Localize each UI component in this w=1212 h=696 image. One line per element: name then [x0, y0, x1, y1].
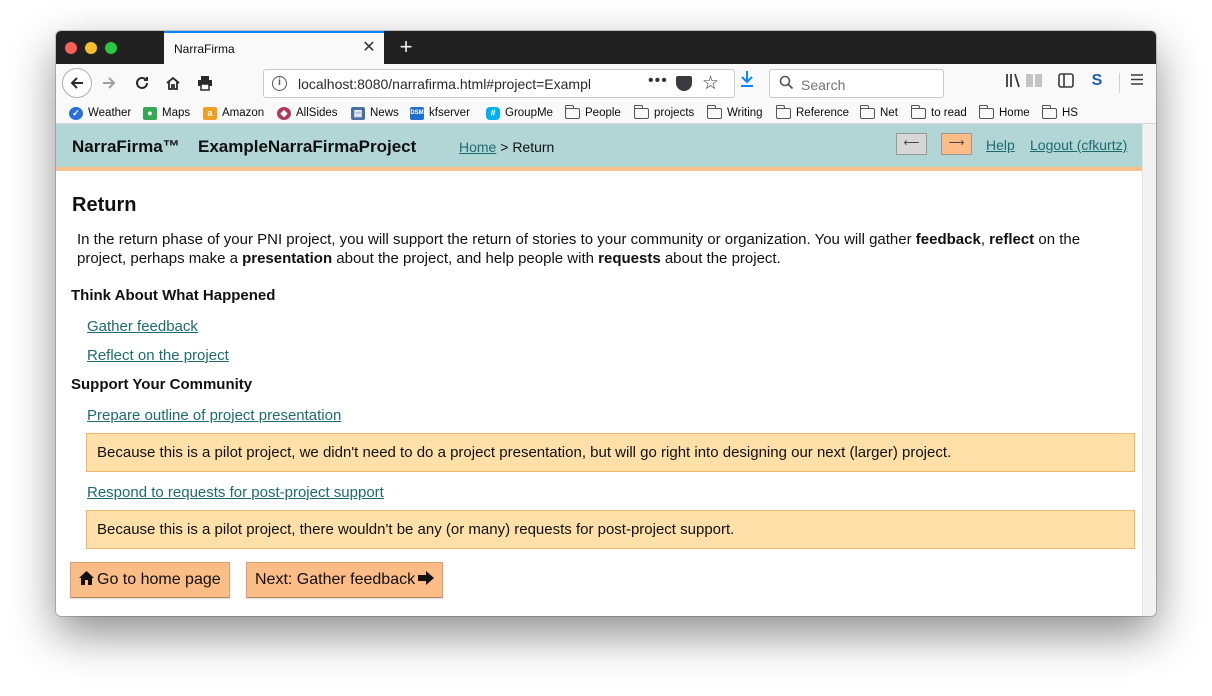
reader-view-icon[interactable] [1023, 73, 1045, 92]
home-button[interactable] [160, 70, 186, 96]
section-heading-support: Support Your Community [71, 376, 253, 393]
bookmark-news[interactable]: ▤ News [351, 105, 399, 121]
page-title: Return [72, 194, 137, 216]
s-extension-icon[interactable]: S [1086, 72, 1108, 90]
presentation-note: Because this is a pilot project, we didn… [86, 433, 1135, 472]
nav-toolbar: i localhost:8080/narrafirma.html#project… [56, 64, 1156, 102]
home-icon [166, 76, 180, 90]
page-actions-icon[interactable]: ••• [648, 72, 668, 90]
section-heading-think: Think About What Happened [71, 287, 276, 304]
folder-icon [860, 104, 875, 119]
bookmark-groupme[interactable]: # GroupMe [486, 105, 553, 121]
pocket-icon[interactable] [676, 76, 692, 91]
library-icon[interactable] [1003, 73, 1025, 92]
search-icon [779, 75, 794, 94]
left-arrow-icon: ⟵ [903, 137, 920, 149]
right-arrow-icon: ⟶ [948, 137, 965, 149]
bookmark-people[interactable]: People [565, 104, 621, 121]
bookmark-projects[interactable]: projects [634, 104, 694, 121]
bookmark-allsides[interactable]: ◆ AllSides [277, 105, 338, 121]
bookmark-to-read[interactable]: to read [911, 104, 967, 121]
close-window-button[interactable] [65, 42, 77, 54]
scrollbar-track[interactable] [1142, 124, 1156, 616]
bookmarks-bar: ✓ Weather ● Maps a Amazon ◆ AllSides ▤ News D… [56, 102, 1156, 124]
browser-window: NarraFirma ✕ + i localhost:8080/narrafir… [56, 31, 1156, 616]
minimize-window-button[interactable] [85, 42, 97, 54]
toolbar-separator [1119, 73, 1120, 93]
bookmark-reference[interactable]: Reference [776, 104, 849, 121]
search-input[interactable]: Search [801, 77, 845, 93]
tab-narrafirma[interactable]: NarraFirma ✕ [164, 31, 384, 64]
help-link[interactable]: Help [986, 137, 1015, 153]
logout-link[interactable]: Logout (cfkurtz) [1030, 137, 1127, 153]
allsides-icon: ◆ [277, 106, 291, 120]
bookmark-weather[interactable]: ✓ Weather [69, 105, 131, 121]
previous-page-button[interactable]: ⟵ [896, 133, 927, 155]
forward-arrow-icon [103, 77, 116, 89]
gather-feedback-link[interactable]: Gather feedback [87, 318, 198, 335]
bookmark-star-icon[interactable]: ☆ [702, 72, 719, 95]
folder-icon [565, 104, 580, 119]
go-home-button[interactable]: Go to home page [70, 562, 230, 598]
amazon-icon: a [203, 106, 217, 120]
bookmark-home[interactable]: Home [979, 104, 1030, 121]
app-brand: NarraFirma™ [72, 137, 180, 156]
folder-icon [1042, 104, 1057, 119]
forward-button[interactable] [96, 70, 122, 96]
close-tab-icon[interactable]: ✕ [360, 39, 378, 57]
reload-icon [136, 76, 148, 89]
new-tab-button[interactable]: + [394, 34, 418, 60]
bookmark-writing[interactable]: Writing [707, 104, 763, 121]
groupme-icon: # [486, 106, 500, 120]
back-arrow-icon [70, 77, 83, 89]
zoom-window-button[interactable] [105, 42, 117, 54]
folder-icon [634, 104, 649, 119]
kfserver-icon: DSM [410, 106, 424, 120]
breadcrumb-home-link[interactable]: Home [459, 139, 496, 155]
site-info-icon[interactable]: i [272, 76, 287, 91]
project-name: ExampleNarraFirmaProject [198, 137, 417, 156]
weather-icon: ✓ [69, 106, 83, 120]
folder-icon [776, 104, 791, 119]
print-icon [198, 76, 212, 91]
back-button[interactable] [62, 68, 92, 98]
bookmark-amazon[interactable]: a Amazon [203, 105, 264, 121]
requests-note: Because this is a pilot project, there w… [86, 510, 1135, 549]
breadcrumb-current: > Return [496, 139, 555, 155]
intro-paragraph: In the return phase of your PNI project,… [77, 231, 1081, 267]
menu-icon[interactable] [1126, 73, 1148, 90]
tab-title: NarraFirma [174, 42, 235, 56]
breadcrumb: Home > Return [459, 139, 554, 155]
next-page-button[interactable]: ⟶ [941, 133, 972, 155]
bookmark-kfserver[interactable]: DSM kfserver [410, 105, 470, 121]
arrow-right-icon [418, 570, 435, 590]
next-gather-feedback-button[interactable]: Next: Gather feedback [246, 562, 444, 598]
maps-icon: ● [143, 106, 157, 120]
print-button[interactable] [192, 70, 218, 96]
sidebar-icon[interactable] [1055, 73, 1077, 92]
home-icon [79, 570, 94, 590]
requests-link[interactable]: Respond to requests for post-project sup… [87, 484, 384, 501]
reflect-link[interactable]: Reflect on the project [87, 347, 229, 364]
folder-icon [707, 104, 722, 119]
reload-button[interactable] [129, 70, 155, 96]
url-bar[interactable]: i localhost:8080/narrafirma.html#project… [263, 69, 735, 98]
news-icon: ▤ [351, 106, 365, 120]
app-header: NarraFirma™ ExampleNarraFirmaProject Hom… [56, 124, 1142, 171]
url-text[interactable]: localhost:8080/narrafirma.html#project=E… [298, 76, 610, 92]
folder-icon [911, 104, 926, 119]
bookmark-net[interactable]: Net [860, 104, 898, 121]
bookmark-hs[interactable]: HS [1042, 104, 1078, 121]
search-bar[interactable]: Search [769, 69, 944, 98]
bookmark-maps[interactable]: ● Maps [143, 105, 190, 121]
download-icon[interactable] [736, 70, 758, 93]
presentation-link[interactable]: Prepare outline of project presentation [87, 407, 341, 424]
tab-bar: NarraFirma ✕ + [56, 31, 1156, 64]
folder-icon [979, 104, 994, 119]
